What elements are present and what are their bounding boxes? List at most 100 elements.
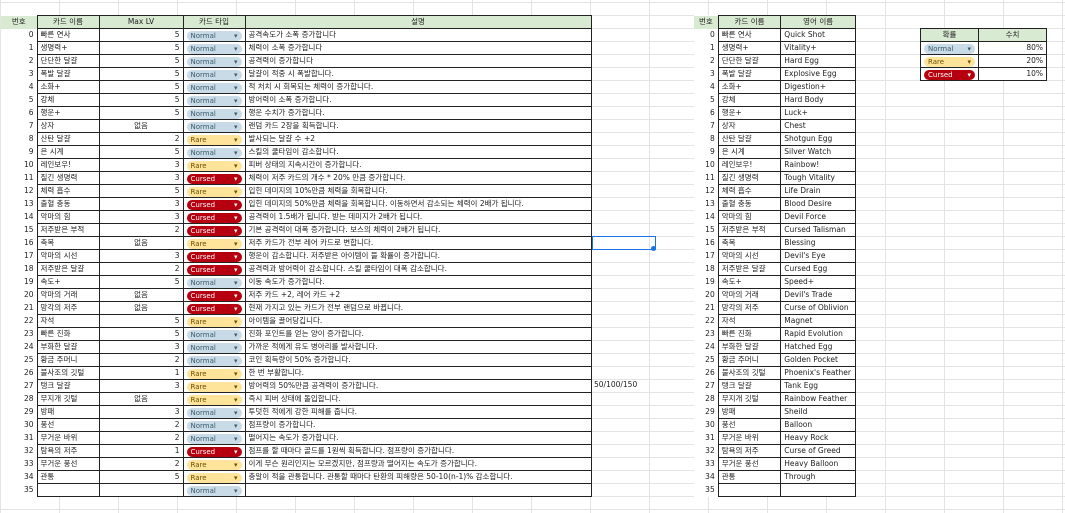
card-name-cell[interactable]: 질긴 생명력	[717, 171, 782, 185]
description-cell[interactable]: 랜덤 카드 2장을 획득합니다.	[244, 119, 592, 133]
card-name-cell[interactable]: 빠른 진화	[717, 327, 782, 341]
row-number[interactable]: 33	[1, 458, 37, 471]
row-number[interactable]: 24	[1, 341, 37, 354]
row-number[interactable]: 31	[1, 432, 37, 445]
card-type-cell[interactable]: Normal	[182, 327, 246, 341]
row-number[interactable]: 21	[1, 302, 37, 315]
max-level-cell[interactable]: 5	[98, 41, 184, 55]
card-type-dropdown[interactable]: Rare	[186, 381, 242, 392]
card-name-cell[interactable]: 생명력+	[36, 41, 100, 55]
card-name-cell[interactable]: 관통	[36, 470, 100, 484]
max-level-cell[interactable]: 없음	[98, 119, 184, 133]
max-level-cell[interactable]: 5	[98, 93, 184, 107]
description-cell[interactable]: 즉시 피버 상태에 돌입합니다.	[244, 392, 592, 406]
row-number[interactable]: 28	[694, 393, 718, 406]
english-name-cell[interactable]: Rainbow Feather	[780, 392, 856, 406]
max-level-cell[interactable]: 5	[98, 80, 184, 94]
max-level-cell[interactable]: 5	[98, 327, 184, 341]
english-name-cell[interactable]: Blessing	[780, 236, 856, 250]
card-type-cell[interactable]: Cursed	[182, 262, 246, 276]
row-number[interactable]: 11	[694, 172, 718, 185]
row-number[interactable]: 0	[1, 29, 37, 42]
card-name-cell[interactable]: 부화한 달걀	[717, 340, 782, 354]
english-name-cell[interactable]: Rapid Evolution	[780, 327, 856, 341]
card-type-dropdown[interactable]: Rare	[186, 368, 242, 379]
row-number[interactable]: 28	[1, 393, 37, 406]
card-name-cell[interactable]: 악마의 힘	[717, 210, 782, 224]
row-number[interactable]: 17	[1, 250, 37, 263]
max-level-cell[interactable]: 없음	[98, 236, 184, 250]
row-number[interactable]: 30	[1, 419, 37, 432]
description-cell[interactable]: 이동 속도가 증가합니다.	[244, 275, 592, 289]
card-type-dropdown[interactable]: Normal	[186, 407, 242, 418]
english-name-cell[interactable]: Magnet	[780, 314, 856, 328]
description-cell[interactable]: 떨어지는 속도가 증가합니다.	[244, 431, 592, 445]
row-number[interactable]: 13	[694, 198, 718, 211]
card-type-dropdown[interactable]: Cursed	[186, 225, 242, 236]
card-name-cell[interactable]: 축복	[36, 236, 100, 250]
row-number[interactable]: 1	[694, 42, 718, 55]
row-number[interactable]: 26	[694, 367, 718, 380]
row-number[interactable]: 2	[694, 55, 718, 68]
english-name-cell[interactable]: Hatched Egg	[780, 340, 856, 354]
card-name-cell[interactable]: 자석	[717, 314, 782, 328]
probability-value[interactable]: 10%	[978, 67, 1047, 81]
english-name-cell[interactable]: Chest	[780, 119, 856, 133]
english-name-cell[interactable]: Rainbow!	[780, 158, 856, 172]
row-number[interactable]: 32	[1, 445, 37, 458]
card-type-dropdown[interactable]: Rare	[186, 160, 242, 171]
row-number[interactable]: 25	[1, 354, 37, 367]
english-name-cell[interactable]: Digestion+	[780, 80, 856, 94]
description-cell[interactable]: 저주 카드 +2, 레어 카드 +2	[244, 288, 592, 302]
card-name-cell[interactable]: 불사조의 깃털	[717, 366, 782, 380]
card-name-cell[interactable]: 무지개 깃털	[717, 392, 782, 406]
max-level-cell[interactable]: 5	[98, 184, 184, 198]
max-level-cell[interactable]: 3	[98, 340, 184, 354]
card-type-dropdown[interactable]: Rare	[186, 459, 242, 470]
card-type-cell[interactable]: Normal	[182, 145, 246, 159]
rarity-dropdown[interactable]: Normal	[924, 43, 975, 54]
card-type-dropdown[interactable]: Cursed	[186, 251, 242, 262]
max-level-cell[interactable]: 3	[98, 171, 184, 185]
row-number[interactable]: 6	[1, 107, 37, 120]
description-cell[interactable]: 행운이 감소합니다. 저주받은 아이템이 뜰 확률이 증가합니다.	[244, 249, 592, 263]
card-type-cell[interactable]: Normal	[182, 93, 246, 107]
english-name-cell[interactable]: Hard Body	[780, 93, 856, 107]
column-header[interactable]: 번호	[694, 15, 719, 29]
card-name-cell[interactable]: 행운+	[717, 106, 782, 120]
card-type-cell[interactable]: Rare	[182, 236, 246, 250]
row-number[interactable]: 15	[1, 224, 37, 237]
english-name-cell[interactable]: Heavy Balloon	[780, 457, 856, 471]
column-header[interactable]: Max LV	[98, 15, 184, 29]
description-cell[interactable]: 점프를 할 때마다 골드를 1원씩 획득합니다. 점프량이 증가합니다.	[244, 444, 592, 458]
row-number[interactable]: 20	[694, 289, 718, 302]
card-name-cell[interactable]: 빠른 연사	[36, 28, 100, 42]
max-level-cell[interactable]: 3	[98, 405, 184, 419]
card-name-cell[interactable]: 은 시계	[36, 145, 100, 159]
card-type-cell[interactable]: Cursed	[182, 301, 246, 315]
row-number[interactable]: 10	[1, 159, 37, 172]
card-name-cell[interactable]: 방패	[36, 405, 100, 419]
stray-cell-value[interactable]: 50/100/150	[594, 380, 637, 389]
card-type-cell[interactable]: Rare	[182, 366, 246, 380]
card-type-dropdown[interactable]: Normal	[186, 30, 242, 41]
card-name-cell[interactable]: 탱크 달걀	[36, 379, 100, 393]
english-name-cell[interactable]: Curse of Greed	[780, 444, 856, 458]
card-name-cell[interactable]: 악마의 거래	[36, 288, 100, 302]
row-number[interactable]: 6	[694, 107, 718, 120]
max-level-cell[interactable]: 3	[98, 249, 184, 263]
description-cell[interactable]: 공격력이 증가합니다	[244, 54, 592, 68]
max-level-cell[interactable]: 5	[98, 314, 184, 328]
card-type-dropdown[interactable]: Normal	[186, 95, 242, 106]
description-cell[interactable]: 코인 획득량이 50% 증가합니다.	[244, 353, 592, 367]
card-type-dropdown[interactable]: Cursed	[186, 264, 242, 275]
card-type-dropdown[interactable]: Normal	[186, 108, 242, 119]
card-type-cell[interactable]: Normal	[182, 80, 246, 94]
english-name-cell[interactable]: Life Drain	[780, 184, 856, 198]
description-cell[interactable]: 피버 상태의 지속시간이 증가합니다.	[244, 158, 592, 172]
card-name-cell[interactable]: 무거운 풍선	[717, 457, 782, 471]
card-type-dropdown[interactable]: Rare	[186, 134, 242, 145]
row-number[interactable]: 4	[1, 81, 37, 94]
card-type-dropdown[interactable]: Normal	[186, 329, 242, 340]
description-cell[interactable]: 투덧힌 적에게 강한 피해를 줍니다.	[244, 405, 592, 419]
